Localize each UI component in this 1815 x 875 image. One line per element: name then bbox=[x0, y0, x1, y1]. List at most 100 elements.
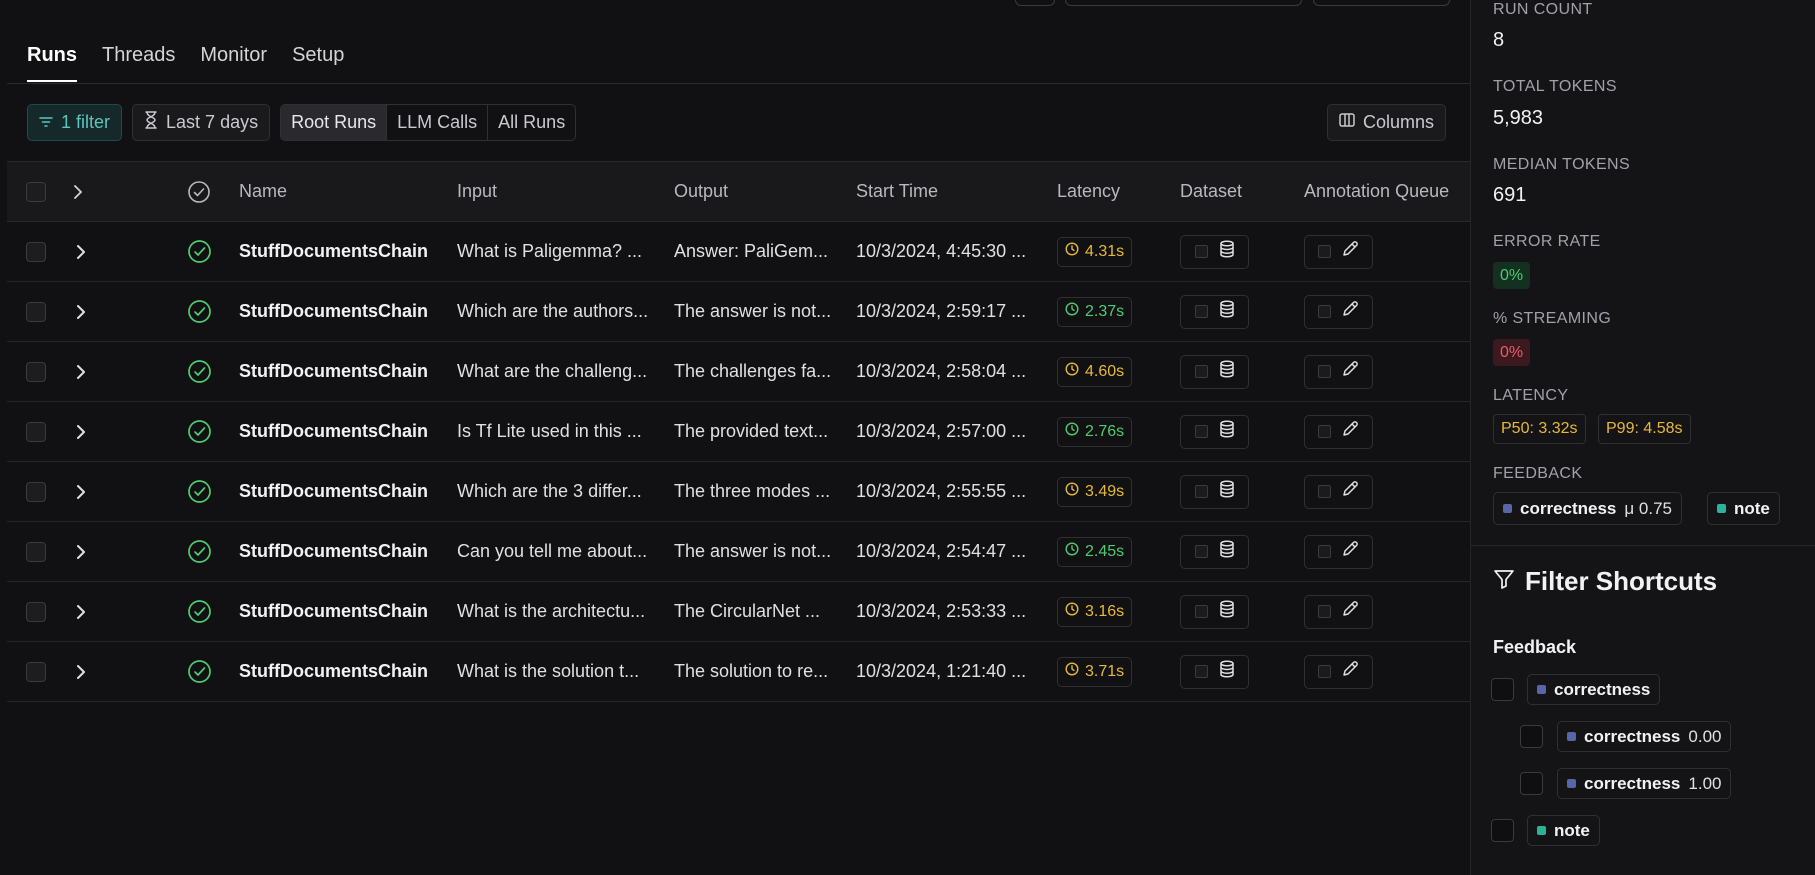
add-to-dataset-control[interactable] bbox=[1180, 474, 1249, 509]
run-name[interactable]: StuffDocumentsChain bbox=[239, 222, 444, 281]
table-row[interactable]: StuffDocumentsChain What are the challen… bbox=[7, 342, 1470, 402]
run-name[interactable]: StuffDocumentsChain bbox=[239, 522, 444, 581]
pencil-icon[interactable] bbox=[1341, 600, 1359, 623]
expand-row-chevron-icon[interactable] bbox=[76, 402, 86, 461]
pencil-icon[interactable] bbox=[1341, 540, 1359, 563]
add-to-annotation-queue-control[interactable] bbox=[1304, 474, 1373, 509]
header-output[interactable]: Output bbox=[674, 162, 728, 221]
run-name[interactable]: StuffDocumentsChain bbox=[239, 642, 444, 701]
add-to-dataset-control[interactable] bbox=[1180, 654, 1249, 689]
expand-row-chevron-icon[interactable] bbox=[76, 582, 86, 641]
annotation-checkbox[interactable] bbox=[1318, 485, 1331, 498]
annotation-checkbox[interactable] bbox=[1318, 605, 1331, 618]
segment-llm-calls[interactable]: LLM Calls bbox=[387, 105, 489, 140]
pencil-icon[interactable] bbox=[1341, 300, 1359, 323]
add-to-annotation-queue-control[interactable] bbox=[1304, 654, 1373, 689]
table-row[interactable]: StuffDocumentsChain Which are the 3 diff… bbox=[7, 462, 1470, 522]
add-to-dataset-control[interactable] bbox=[1180, 534, 1249, 569]
table-row[interactable]: StuffDocumentsChain What is the architec… bbox=[7, 582, 1470, 642]
shortcut-correctness-pill[interactable]: correctness bbox=[1527, 674, 1661, 705]
table-row[interactable]: StuffDocumentsChain Is Tf Lite used in t… bbox=[7, 402, 1470, 462]
shortcut-checkbox-correctness-1[interactable] bbox=[1520, 772, 1543, 795]
database-icon[interactable] bbox=[1219, 540, 1235, 563]
select-all-checkbox[interactable] bbox=[26, 181, 46, 202]
row-checkbox[interactable] bbox=[26, 601, 46, 622]
header-latency[interactable]: Latency bbox=[1057, 162, 1120, 221]
expand-row-chevron-icon[interactable] bbox=[76, 642, 86, 701]
header-name[interactable]: Name bbox=[239, 162, 287, 221]
pencil-icon[interactable] bbox=[1341, 480, 1359, 503]
add-to-dataset-control[interactable] bbox=[1180, 354, 1249, 389]
row-checkbox[interactable] bbox=[26, 541, 46, 562]
dataset-checkbox[interactable] bbox=[1194, 545, 1208, 558]
pencil-icon[interactable] bbox=[1341, 660, 1359, 683]
row-checkbox[interactable] bbox=[26, 481, 46, 502]
tab-setup[interactable]: Setup bbox=[292, 44, 344, 82]
tab-threads[interactable]: Threads bbox=[102, 44, 175, 82]
run-name[interactable]: StuffDocumentsChain bbox=[239, 462, 444, 521]
expand-row-chevron-icon[interactable] bbox=[76, 282, 86, 341]
header-input[interactable]: Input bbox=[457, 162, 497, 221]
shortcut-correctness-1-pill[interactable]: correctness 1.00 bbox=[1557, 768, 1732, 799]
segment-root-runs[interactable]: Root Runs bbox=[281, 105, 388, 140]
row-checkbox[interactable] bbox=[26, 301, 46, 322]
database-icon[interactable] bbox=[1219, 240, 1235, 263]
row-checkbox[interactable] bbox=[26, 661, 46, 682]
annotation-checkbox[interactable] bbox=[1318, 305, 1331, 318]
run-name[interactable]: StuffDocumentsChain bbox=[239, 342, 444, 401]
add-to-annotation-queue-control[interactable] bbox=[1304, 534, 1373, 569]
table-row[interactable]: StuffDocumentsChain Can you tell me abou… bbox=[7, 522, 1470, 582]
annotation-checkbox[interactable] bbox=[1318, 425, 1331, 438]
pencil-icon[interactable] bbox=[1341, 240, 1359, 263]
add-to-annotation-queue-control[interactable] bbox=[1304, 594, 1373, 629]
expand-row-chevron-icon[interactable] bbox=[76, 222, 86, 281]
feedback-correctness-pill[interactable]: correctness μ 0.75 bbox=[1493, 492, 1682, 525]
expand-row-chevron-icon[interactable] bbox=[76, 342, 86, 401]
add-to-annotation-queue-control[interactable] bbox=[1304, 234, 1373, 269]
database-icon[interactable] bbox=[1219, 660, 1235, 683]
shortcut-checkbox-correctness[interactable] bbox=[1491, 678, 1514, 701]
time-range-button[interactable]: Last 7 days bbox=[132, 104, 271, 141]
expand-row-chevron-icon[interactable] bbox=[76, 522, 86, 581]
dataset-checkbox[interactable] bbox=[1194, 365, 1208, 378]
add-to-dataset-control[interactable] bbox=[1180, 234, 1249, 269]
annotation-checkbox[interactable] bbox=[1318, 545, 1331, 558]
annotation-checkbox[interactable] bbox=[1318, 665, 1331, 678]
segment-all-runs[interactable]: All Runs bbox=[488, 105, 575, 140]
annotation-checkbox[interactable] bbox=[1318, 245, 1331, 258]
dataset-checkbox[interactable] bbox=[1194, 305, 1208, 318]
add-to-annotation-queue-control[interactable] bbox=[1304, 354, 1373, 389]
header-dataset[interactable]: Dataset bbox=[1180, 162, 1242, 221]
add-to-dataset-control[interactable] bbox=[1180, 594, 1249, 629]
expand-all-chevron-icon[interactable] bbox=[73, 162, 83, 221]
columns-button[interactable]: Columns bbox=[1327, 104, 1447, 141]
add-to-dataset-control[interactable] bbox=[1180, 414, 1249, 449]
shortcut-checkbox-correctness-0[interactable] bbox=[1520, 725, 1543, 748]
table-row[interactable]: StuffDocumentsChain What is the solution… bbox=[7, 642, 1470, 702]
add-to-annotation-queue-control[interactable] bbox=[1304, 294, 1373, 329]
run-name[interactable]: StuffDocumentsChain bbox=[239, 582, 444, 641]
dataset-checkbox[interactable] bbox=[1194, 425, 1208, 438]
pencil-icon[interactable] bbox=[1341, 420, 1359, 443]
header-start-time[interactable]: Start Time bbox=[856, 162, 938, 221]
run-name[interactable]: StuffDocumentsChain bbox=[239, 282, 444, 341]
run-name[interactable]: StuffDocumentsChain bbox=[239, 402, 444, 461]
database-icon[interactable] bbox=[1219, 300, 1235, 323]
shortcut-correctness-0-pill[interactable]: correctness 0.00 bbox=[1557, 721, 1732, 752]
add-to-annotation-queue-control[interactable] bbox=[1304, 414, 1373, 449]
database-icon[interactable] bbox=[1219, 600, 1235, 623]
row-checkbox[interactable] bbox=[26, 361, 46, 382]
expand-row-chevron-icon[interactable] bbox=[76, 462, 86, 521]
feedback-note-pill[interactable]: note bbox=[1707, 492, 1780, 525]
database-icon[interactable] bbox=[1219, 420, 1235, 443]
shortcut-checkbox-note[interactable] bbox=[1491, 819, 1514, 842]
row-checkbox[interactable] bbox=[26, 421, 46, 442]
shortcut-note-pill[interactable]: note bbox=[1527, 815, 1600, 846]
dataset-checkbox[interactable] bbox=[1194, 245, 1208, 258]
add-to-dataset-control[interactable] bbox=[1180, 294, 1249, 329]
tab-runs[interactable]: Runs bbox=[27, 44, 77, 82]
dataset-checkbox[interactable] bbox=[1194, 665, 1208, 678]
table-row[interactable]: StuffDocumentsChain Which are the author… bbox=[7, 282, 1470, 342]
dataset-checkbox[interactable] bbox=[1194, 485, 1208, 498]
row-checkbox[interactable] bbox=[26, 241, 46, 262]
